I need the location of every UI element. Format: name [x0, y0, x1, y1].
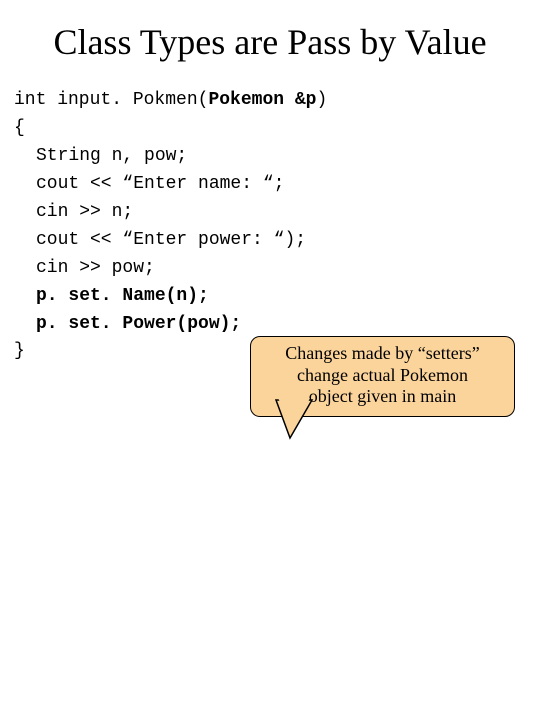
code-line-2: { [14, 115, 540, 143]
code-text: ) [316, 90, 327, 110]
slide-title: Class Types are Pass by Value [0, 0, 540, 79]
code-text: int input. Pokmen( [14, 90, 208, 110]
code-line-1: int input. Pokmen(Pokemon &p) [14, 87, 540, 115]
code-block: int input. Pokmen(Pokemon &p) { String n… [0, 79, 540, 366]
code-line-7: cin >> pow; [14, 255, 540, 283]
code-line-4: cout << “Enter name: “; [14, 171, 540, 199]
code-line-8: p. set. Name(n); [14, 283, 540, 311]
code-line-5: cin >> n; [14, 199, 540, 227]
code-line-6: cout << “Enter power: “); [14, 227, 540, 255]
code-bold-param: Pokemon &p [208, 90, 316, 110]
callout-line-1: Changes made by “setters” [261, 343, 504, 365]
code-line-9: p. set. Power(pow); [14, 311, 540, 339]
callout-container: Changes made by “setters” change actual … [250, 336, 515, 417]
callout-line-2: change actual Pokemon [261, 365, 504, 387]
code-line-3: String n, pow; [14, 143, 540, 171]
callout-tail-icon [272, 398, 322, 440]
